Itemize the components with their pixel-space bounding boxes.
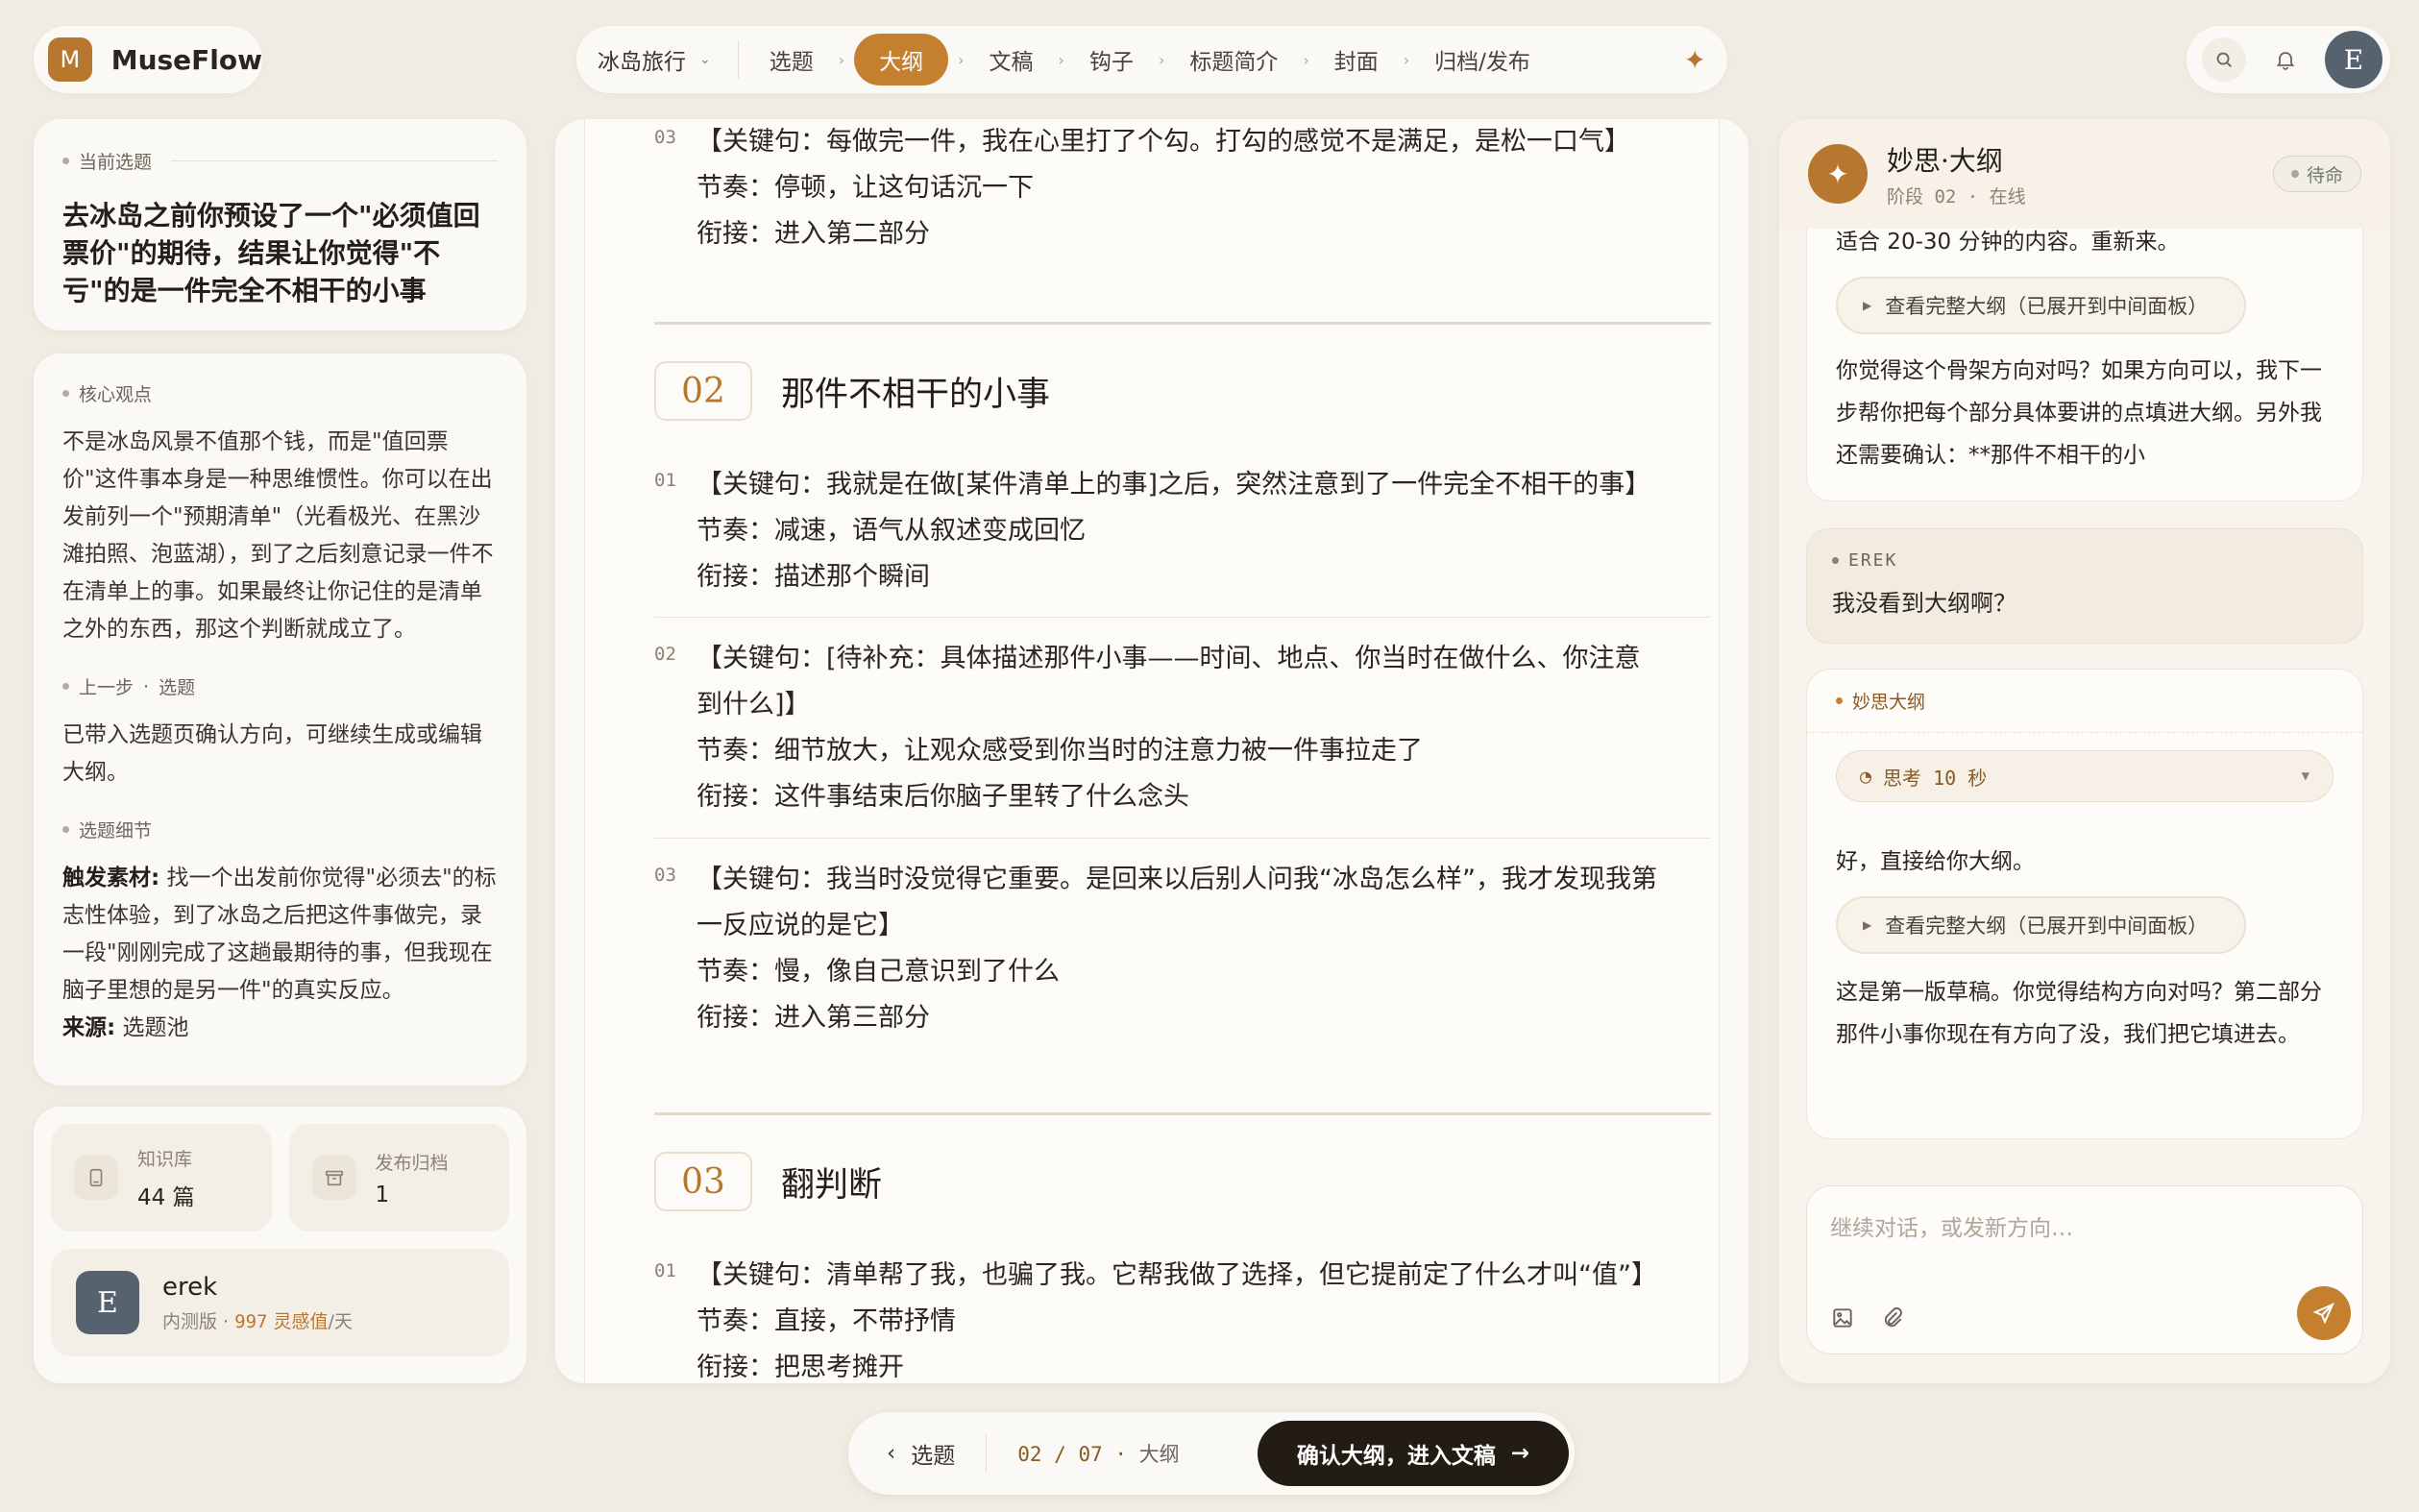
assistant-message: 妙思大纲 ◔ 思考 10 秒 ▼ 好，直接给你大纲。 ▶ 查看完整大纲（已展开到… xyxy=(1806,669,2363,1139)
brand-logo: M xyxy=(48,37,92,82)
chevron-right-icon: › xyxy=(1058,50,1064,69)
project-name: 冰岛旅行 xyxy=(598,50,686,75)
user-avatar[interactable]: E xyxy=(2325,31,2382,88)
section-title: 那件不相干的小事 xyxy=(781,375,1051,414)
project-select[interactable]: 冰岛旅行 ⌄ xyxy=(598,40,739,79)
send-icon xyxy=(2312,1303,2334,1325)
section-label: 核心观点 xyxy=(62,380,498,406)
knowledge-base-stat[interactable]: 知识库 44 篇 xyxy=(51,1124,272,1232)
prev-step-text: 已带入选题页确认方向，可继续生成或编辑大纲。 xyxy=(62,722,482,785)
outline-item[interactable]: 02 【关键句：[待补充：具体描述那件小事——时间、地点、你当时在做什么、你注意… xyxy=(654,636,1663,820)
archive-icon xyxy=(311,1156,356,1200)
assistant-panel: ✦ 妙思·大纲 阶段 02 · 在线 待命 适合 20-30 分钟的内容。重新来… xyxy=(1779,119,2390,1383)
step-draft[interactable]: 文稿 xyxy=(974,34,1049,85)
paperclip-icon[interactable] xyxy=(1880,1305,1905,1330)
step-list: 选题 › 大纲 › 文稿 › 钩子 › 标题简介 › 封面 › 归档/发布 xyxy=(754,34,1667,85)
sparkle-icon[interactable]: ✦ xyxy=(1684,44,1706,76)
notification-button[interactable] xyxy=(2263,37,2308,82)
chevron-left-icon: ‹ xyxy=(887,1441,896,1466)
chevron-right-icon: › xyxy=(958,50,965,69)
section-label: 上一步 · 选题 xyxy=(62,673,498,699)
assistant-label: 妙思大纲 xyxy=(1807,670,2362,733)
section-header: 03 翻判断 xyxy=(654,1152,882,1211)
outline-item[interactable]: 03 【关键句：每做完一件，我在心里打了个勾。打勾的感觉不是满足，是松一口气】 … xyxy=(654,119,1663,257)
chat-input[interactable]: 继续对话，或发新方向… xyxy=(1806,1185,2363,1354)
user-message: EREK 我没看到大纲啊？ xyxy=(1806,528,2363,644)
status-badge: 待命 xyxy=(2272,156,2361,192)
outline-panel: 03 【关键句：每做完一件，我在心里打了个勾。打勾的感觉不是满足，是松一口气】 … xyxy=(555,119,1748,1383)
send-button[interactable] xyxy=(2297,1286,2351,1340)
workflow-stepper: 冰岛旅行 ⌄ 选题 › 大纲 › 文稿 › 钩子 › 标题简介 › 封面 › 归… xyxy=(576,26,1727,93)
assistant-stage: 阶段 02 · 在线 xyxy=(1887,185,2026,207)
book-icon xyxy=(74,1156,118,1200)
topic-detail-card: 核心观点 不是冰岛风景不值那个钱，而是"值回票价"这件事本身是一种思维惯性。你可… xyxy=(34,354,526,1085)
user-name: erek xyxy=(162,1272,218,1302)
section-title: 翻判断 xyxy=(781,1165,883,1205)
clock-icon: ◔ xyxy=(1860,765,1872,788)
sparkle-icon: ✦ xyxy=(1808,144,1868,204)
step-hook[interactable]: 钩子 xyxy=(1074,34,1149,85)
view-outline-button[interactable]: ▶ 查看完整大纲（已展开到中间面板） xyxy=(1836,277,2247,334)
section-label: 当前选题 xyxy=(62,148,498,174)
chevron-right-icon: › xyxy=(838,50,845,69)
arrow-right-icon: → xyxy=(1510,1441,1530,1466)
step-cover[interactable]: 封面 xyxy=(1319,34,1394,85)
current-topic-card: 当前选题 去冰岛之前你预设了一个"必须值回票价"的期待，结果让你觉得"不亏"的是… xyxy=(34,119,526,330)
section-header: 02 那件不相干的小事 xyxy=(654,361,1050,421)
section-number: 03 xyxy=(654,1152,752,1211)
section-label: 选题细节 xyxy=(62,817,498,842)
play-icon: ▶ xyxy=(1863,918,1872,932)
back-button[interactable]: ‹ 选题 xyxy=(887,1434,988,1473)
step-indicator: 02 / 07 · 大纲 xyxy=(1017,1443,1180,1466)
outline-item[interactable]: 01 【关键句：我就是在做[某件清单上的事]之后，突然注意到了一件完全不相干的事… xyxy=(654,462,1663,600)
search-icon xyxy=(2216,52,2232,67)
step-publish[interactable]: 归档/发布 xyxy=(1419,34,1546,85)
step-outline[interactable]: 大纲 xyxy=(854,34,949,85)
step-navigation: ‹ 选题 02 / 07 · 大纲 确认大纲，进入文稿 → xyxy=(848,1412,1575,1495)
section-number: 02 xyxy=(654,361,752,421)
publish-archive-stat[interactable]: 发布归档 1 xyxy=(288,1124,509,1232)
chevron-right-icon: › xyxy=(1303,50,1309,69)
core-viewpoint-text: 不是冰岛风景不值那个钱，而是"值回票价"这件事本身是一种思维惯性。你可以在出发前… xyxy=(62,429,494,642)
chevron-right-icon: › xyxy=(1158,50,1165,69)
brand-name: MuseFlow xyxy=(110,43,262,76)
image-icon[interactable] xyxy=(1830,1305,1855,1330)
topic-title: 去冰岛之前你预设了一个"必须值回票价"的期待，结果让你觉得"不亏"的是一件完全不… xyxy=(62,200,480,306)
topic-source: 来源: 选题池 xyxy=(62,1015,189,1040)
outline-item[interactable]: 01 【关键句：清单帮了我，也骗了我。它帮我做了选择，但它提前定了什么才叫“值”… xyxy=(654,1253,1663,1383)
view-outline-button[interactable]: ▶ 查看完整大纲（已展开到中间面板） xyxy=(1836,896,2247,954)
header-actions: E xyxy=(2187,26,2390,93)
thinking-toggle[interactable]: ◔ 思考 10 秒 ▼ xyxy=(1836,750,2333,802)
step-topic[interactable]: 选题 xyxy=(754,34,829,85)
outline-item[interactable]: 03 【关键句：我当时没觉得它重要。是回来以后别人问我“冰岛怎么样”，我才发现我… xyxy=(654,857,1663,1041)
chevron-right-icon: › xyxy=(1403,50,1410,69)
avatar: E xyxy=(76,1271,139,1334)
user-profile[interactable]: E erek 内测版 · 997 灵感值/天 xyxy=(51,1249,509,1356)
play-icon: ▶ xyxy=(1863,299,1872,312)
account-card: 知识库 44 篇 发布归档 1 E erek 内测版 · 997 灵感值/天 xyxy=(34,1107,526,1383)
search-button[interactable] xyxy=(2202,37,2246,82)
assistant-header: ✦ 妙思·大纲 阶段 02 · 在线 待命 xyxy=(1779,119,2390,229)
brand[interactable]: M MuseFlow xyxy=(34,26,262,93)
caret-down-icon: ▼ xyxy=(2301,768,2309,784)
assistant-name: 妙思·大纲 xyxy=(1887,144,2003,177)
confirm-outline-button[interactable]: 确认大纲，进入文稿 → xyxy=(1258,1421,1569,1486)
user-meta: 内测版 · 997 灵感值/天 xyxy=(162,1310,353,1332)
outline-scroll[interactable]: 03 【关键句：每做完一件，我在心里打了个勾。打勾的感觉不是满足，是松一口气】 … xyxy=(584,119,1720,1383)
chevron-down-icon: ⌄ xyxy=(699,52,711,67)
step-title-intro[interactable]: 标题简介 xyxy=(1174,34,1293,85)
topic-detail-text: 触发素材: 找一个出发前你觉得"必须去"的标志性体验，到了冰岛之后把这件事做完，… xyxy=(62,866,497,1003)
bell-icon xyxy=(2276,52,2295,70)
